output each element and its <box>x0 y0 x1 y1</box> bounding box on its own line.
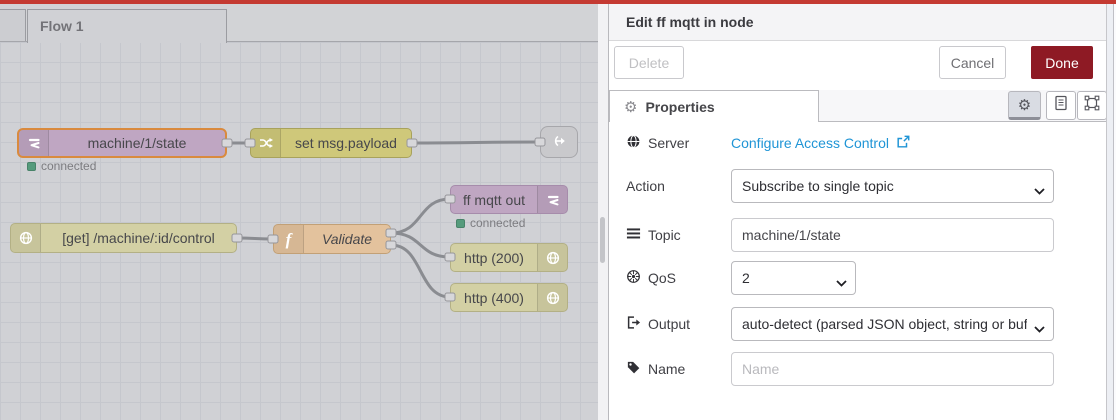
top-accent-bar <box>0 0 1116 4</box>
cancel-button[interactable]: Cancel <box>939 46 1006 79</box>
node-label: machine/1/state <box>87 135 187 151</box>
node-label: http (200) <box>464 249 524 266</box>
node-link-out[interactable] <box>540 126 578 158</box>
label-text: QoS <box>648 270 677 286</box>
status-connected-dot <box>27 161 36 171</box>
field-row-topic: Topic <box>626 218 1090 252</box>
status-connected-dot <box>456 218 465 228</box>
node-label: [get] /machine/:id/control <box>62 230 215 246</box>
output-label: Output <box>626 315 731 333</box>
qos-empire-icon <box>626 269 641 287</box>
globe-icon <box>537 244 567 271</box>
field-row-name: Name <box>626 352 1090 386</box>
field-row-output: Output auto-detect (parsed JSON object, … <box>626 307 1090 341</box>
properties-tab-button[interactable]: ⚙ <box>1008 91 1041 120</box>
tasks-icon <box>626 226 641 244</box>
action-select-wrap: Subscribe to single topic <box>731 169 1054 203</box>
topic-label: Topic <box>626 226 731 244</box>
globe-icon <box>626 134 641 152</box>
node-label: Validate <box>321 231 373 247</box>
node-http-in[interactable]: [get] /machine/:id/control <box>10 223 237 253</box>
node-label: http (400) <box>464 289 524 306</box>
label-text: Name <box>648 361 686 377</box>
status-mqtt-out: connected <box>456 216 525 230</box>
field-row-qos: QoS 2 <box>626 261 1090 295</box>
field-row-server: Server Configure Access Control <box>626 126 1090 160</box>
document-icon <box>1053 95 1069 116</box>
panel-title: Edit ff mqtt in node <box>609 4 1106 41</box>
server-label: Server <box>626 134 731 152</box>
selection-box-icon <box>1084 95 1100 116</box>
qos-select[interactable]: 2 <box>731 261 856 295</box>
node-http-response-200[interactable]: http (200) <box>450 243 568 272</box>
delete-button[interactable]: Delete <box>614 46 684 79</box>
edit-node-panel: Edit ff mqtt in node Delete Cancel Done … <box>608 4 1107 420</box>
function-icon: f <box>274 225 304 253</box>
panel-right-gutter <box>1106 4 1116 420</box>
external-link-icon <box>896 135 910 152</box>
node-function-validate[interactable]: f Validate <box>273 224 391 254</box>
globe-icon <box>11 224 41 252</box>
sign-out-icon <box>626 315 641 333</box>
node-red-editor: Flow 1 machine/1/state set msg.payload [… <box>0 0 1116 420</box>
mqtt-bridge-icon <box>537 186 567 213</box>
node-change[interactable]: set msg.payload <box>250 128 412 158</box>
tab-partial[interactable] <box>0 9 26 41</box>
gear-icon: ⚙ <box>1017 96 1032 114</box>
name-input[interactable] <box>731 352 1054 386</box>
description-tab-button[interactable] <box>1046 91 1076 120</box>
label-text: Output <box>648 316 691 332</box>
field-row-action: Action Subscribe to single topic <box>626 169 1090 203</box>
node-mqtt-out[interactable]: ff mqtt out <box>450 185 568 214</box>
globe-icon <box>537 284 567 311</box>
flow-tabbar: Flow 1 <box>0 4 598 43</box>
scrollbar-thumb[interactable] <box>600 217 605 263</box>
node-http-response-400[interactable]: http (400) <box>450 283 568 312</box>
tab-label: Properties <box>645 98 715 115</box>
mqtt-bridge-icon <box>19 130 49 156</box>
label-text: Action <box>626 178 665 194</box>
status-text: connected <box>41 159 97 173</box>
shuffle-icon <box>251 129 281 157</box>
configure-access-control-link[interactable]: Configure Access Control <box>731 135 910 152</box>
canvas-scrollbar[interactable] <box>598 4 608 420</box>
topic-input[interactable] <box>731 218 1054 252</box>
node-label: set msg.payload <box>295 135 397 151</box>
output-select[interactable]: auto-detect (parsed JSON object, string … <box>731 307 1054 341</box>
status-text: connected <box>470 216 526 230</box>
node-mqtt-in[interactable]: machine/1/state <box>17 128 227 158</box>
qos-select-wrap: 2 <box>731 261 856 295</box>
qos-label: QoS <box>626 269 731 287</box>
name-label: Name <box>626 360 731 378</box>
link-out-icon <box>550 132 568 153</box>
gear-icon: ⚙ <box>624 98 638 116</box>
done-button[interactable]: Done <box>1031 46 1093 79</box>
label-text: Topic <box>648 227 681 243</box>
tag-icon <box>626 360 641 378</box>
appearance-tab-button[interactable] <box>1077 91 1107 120</box>
action-label: Action <box>626 178 731 194</box>
node-label: ff mqtt out <box>463 191 525 208</box>
output-select-wrap: auto-detect (parsed JSON object, string … <box>731 307 1054 341</box>
status-mqtt-in: connected <box>27 159 96 173</box>
tab-flow-1[interactable]: Flow 1 <box>27 9 227 43</box>
action-select[interactable]: Subscribe to single topic <box>731 169 1054 203</box>
link-text: Configure Access Control <box>731 135 889 151</box>
tab-properties[interactable]: ⚙ Properties <box>609 90 819 122</box>
label-text: Server <box>648 135 690 151</box>
flow-canvas[interactable]: Flow 1 machine/1/state set msg.payload [… <box>0 0 598 420</box>
